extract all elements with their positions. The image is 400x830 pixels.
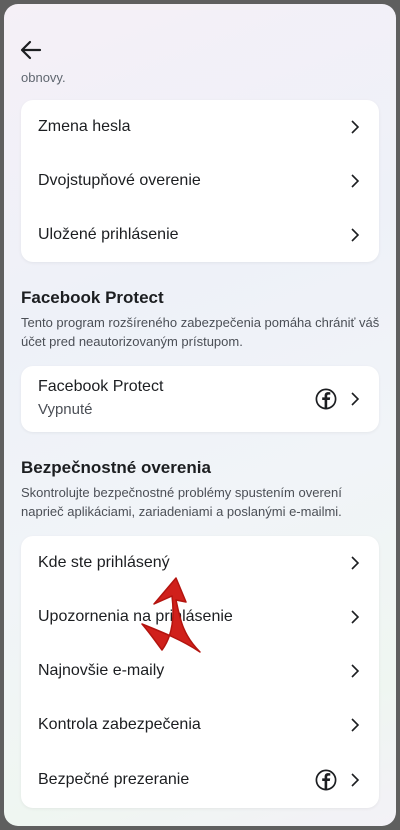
item-label: Uložené prihlásenie [38, 226, 179, 243]
facebook-protect-heading: Facebook Protect [21, 288, 164, 307]
chevron-right-icon [351, 120, 360, 134]
recent-emails-item[interactable]: Najnovšie e-maily [21, 644, 379, 698]
item-label: Zmena hesla [38, 118, 131, 135]
item-label: Dvojstupňové overenie [38, 172, 201, 189]
chevron-right-icon [351, 718, 360, 732]
item-label: Bezpečné prezeranie [38, 771, 190, 788]
phone-screen: obnovy. Zmena hesla Dvojstupňové overeni… [4, 4, 396, 826]
chevron-right-icon [351, 228, 360, 242]
safe-browsing-item[interactable]: Bezpečné prezeranie [21, 752, 379, 808]
where-logged-in-item[interactable]: Kde ste prihlásený [21, 536, 379, 590]
item-label: Kontrola zabezpečenia [38, 716, 201, 733]
facebook-icon [315, 769, 337, 791]
saved-login-item[interactable]: Uložené prihlásenie [21, 208, 379, 262]
truncated-description: obnovy. [21, 70, 66, 85]
chevron-right-icon [351, 556, 360, 570]
facebook-icon [315, 388, 337, 410]
login-alerts-item[interactable]: Upozornenia na prihlásenie [21, 590, 379, 644]
security-checkup-item[interactable]: Kontrola zabezpečenia [21, 698, 379, 752]
arrow-left-icon[interactable] [18, 37, 44, 63]
item-status: Vypnuté [38, 401, 93, 418]
chevron-right-icon [351, 773, 360, 787]
two-factor-item[interactable]: Dvojstupňové overenie [21, 154, 379, 208]
change-password-item[interactable]: Zmena hesla [21, 100, 379, 154]
chevron-right-icon [351, 610, 360, 624]
security-checks-heading: Bezpečnostné overenia [21, 458, 211, 477]
item-label: Upozornenia na prihlásenie [38, 608, 233, 625]
security-checks-card: Kde ste prihlásený Upozornenia na prihlá… [21, 536, 379, 808]
facebook-protect-card: Facebook Protect Vypnuté [21, 366, 379, 432]
facebook-protect-item[interactable]: Facebook Protect Vypnuté [21, 366, 379, 432]
login-settings-card: Zmena hesla Dvojstupňové overenie Uložen… [21, 100, 379, 262]
chevron-right-icon [351, 174, 360, 188]
item-label: Najnovšie e-maily [38, 662, 165, 679]
item-label: Kde ste prihlásený [38, 554, 170, 571]
chevron-right-icon [351, 392, 360, 406]
security-checks-description: Skontrolujte bezpečnostné problémy spust… [21, 485, 342, 519]
item-label: Facebook Protect [38, 378, 164, 395]
header: obnovy. [4, 4, 396, 85]
chevron-right-icon [351, 664, 360, 678]
facebook-protect-description: Tento program rozšíreného zabezpečenia p… [21, 315, 380, 349]
